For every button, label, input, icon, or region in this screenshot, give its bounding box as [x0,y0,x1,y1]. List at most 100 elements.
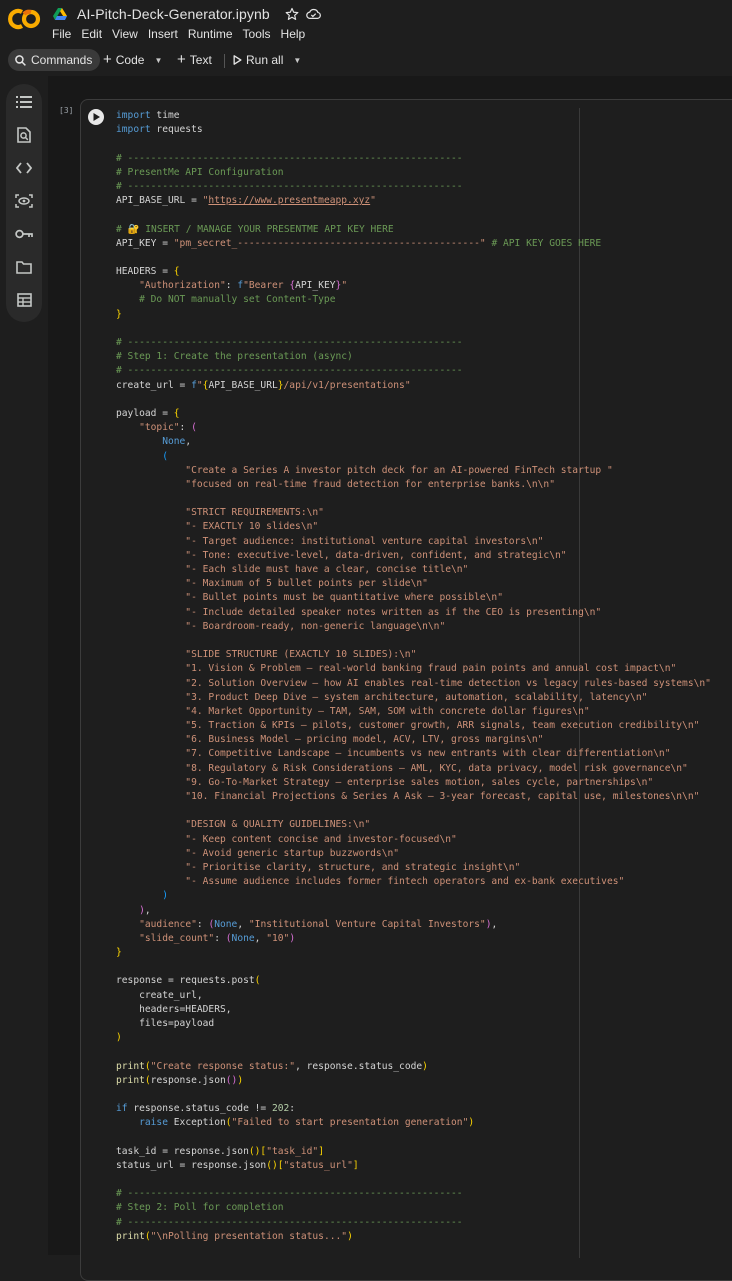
code-line[interactable]: # Do NOT manually set Content-Type [116,293,728,307]
star-icon[interactable] [284,6,300,22]
code-line[interactable]: # --------------------------------------… [116,1187,728,1201]
code-line[interactable]: ) [116,889,728,903]
code-line[interactable]: "10. Financial Projections & Series A As… [116,790,728,804]
code-line[interactable]: "7. Competitive Landscape – incumbents v… [116,747,728,761]
menu-edit[interactable]: Edit [81,27,102,41]
add-code-cell-button[interactable]: + Code ▼ [103,49,162,71]
code-line[interactable] [116,1088,728,1102]
add-text-cell-button[interactable]: + Text [177,49,212,71]
code-line[interactable] [116,804,728,818]
code-line[interactable]: # --------------------------------------… [116,152,728,166]
code-line[interactable]: ), [116,904,728,918]
code-line[interactable]: API_KEY = "pm_secret_-------------------… [116,237,728,251]
code-line[interactable]: "- Each slide must have a clear, concise… [116,563,728,577]
code-line[interactable]: files=payload [116,1017,728,1031]
code-line[interactable]: "4. Market Opportunity – TAM, SAM, SOM w… [116,705,728,719]
table-of-contents-icon[interactable] [15,93,33,111]
code-line[interactable]: # Step 2: Poll for completion [116,1201,728,1215]
code-line[interactable] [116,634,728,648]
code-line[interactable]: create_url, [116,989,728,1003]
code-line[interactable]: raise Exception("Failed to start present… [116,1116,728,1130]
code-line[interactable]: "1. Vision & Problem – real-world bankin… [116,662,728,676]
code-line[interactable]: # PresentMe API Configuration [116,166,728,180]
secrets-key-icon[interactable] [15,225,33,243]
code-line[interactable]: HEADERS = { [116,265,728,279]
menu-view[interactable]: View [112,27,138,41]
code-line[interactable] [116,492,728,506]
chevron-down-icon[interactable]: ▼ [293,56,301,65]
code-line[interactable]: # 🔐 INSERT / MANAGE YOUR PRESENTME API K… [116,223,728,237]
code-line[interactable]: ) [116,1031,728,1045]
notebook-title[interactable]: AI-Pitch-Deck-Generator.ipynb [77,6,270,22]
code-line[interactable]: "topic": ( [116,421,728,435]
code-line[interactable]: if response.status_code != 202: [116,1102,728,1116]
code-line[interactable] [116,1131,728,1145]
menu-file[interactable]: File [52,27,71,41]
code-line[interactable]: headers=HEADERS, [116,1003,728,1017]
code-line[interactable]: "audience": (None, "Institutional Ventur… [116,918,728,932]
code-line[interactable]: "- Avoid generic startup buzzwords\n" [116,847,728,861]
code-line[interactable]: } [116,946,728,960]
code-line[interactable]: "6. Business Model – pricing model, ACV,… [116,733,728,747]
code-line[interactable]: "Authorization": f"Bearer {API_KEY}" [116,279,728,293]
code-line[interactable]: "- Bullet points must be quantitative wh… [116,591,728,605]
code-line[interactable]: "- Assume audience includes former finte… [116,875,728,889]
code-line[interactable]: print(response.json()) [116,1074,728,1088]
data-table-icon[interactable] [15,291,33,309]
code-editor[interactable]: import time import requests # ------------… [116,109,728,1244]
code-line[interactable]: # --------------------------------------… [116,1216,728,1230]
code-line[interactable]: "Create a Series A investor pitch deck f… [116,464,728,478]
code-line[interactable]: "SLIDE STRUCTURE (EXACTLY 10 SLIDES):\n" [116,648,728,662]
code-line[interactable]: # --------------------------------------… [116,364,728,378]
code-line[interactable]: print("\nPolling presentation status..."… [116,1230,728,1244]
code-line[interactable]: import time [116,109,728,123]
commands-button[interactable]: Commands [8,49,101,71]
cloud-saved-icon[interactable] [306,6,322,22]
code-line[interactable]: "slide_count": (None, "10") [116,932,728,946]
code-line[interactable] [116,960,728,974]
code-line[interactable] [116,251,728,265]
run-cell-button[interactable] [88,109,104,125]
code-line[interactable] [116,393,728,407]
code-snippets-icon[interactable] [15,159,33,177]
code-line[interactable]: "5. Traction & KPIs – pilots, customer g… [116,719,728,733]
code-line[interactable]: "- Tone: executive-level, data-driven, c… [116,549,728,563]
code-line[interactable]: response = requests.post( [116,974,728,988]
code-line[interactable]: "- Maximum of 5 bullet points per slide\… [116,577,728,591]
menu-insert[interactable]: Insert [148,27,178,41]
code-line[interactable]: # Step 1: Create the presentation (async… [116,350,728,364]
code-line[interactable] [116,137,728,151]
code-line[interactable]: "- Keep content concise and investor-foc… [116,833,728,847]
code-line[interactable] [116,1173,728,1187]
variables-icon[interactable] [15,192,33,210]
code-line[interactable]: "STRICT REQUIREMENTS:\n" [116,506,728,520]
chevron-down-icon[interactable]: ▼ [154,56,162,65]
code-line[interactable]: # --------------------------------------… [116,336,728,350]
code-line[interactable]: "DESIGN & QUALITY GUIDELINES:\n" [116,818,728,832]
colab-logo-icon[interactable] [8,7,42,31]
files-folder-icon[interactable] [15,258,33,276]
code-line[interactable] [116,208,728,222]
code-line[interactable]: "- Prioritise clarity, structure, and st… [116,861,728,875]
run-all-button[interactable]: Run all ▼ [233,49,301,71]
menu-runtime[interactable]: Runtime [188,27,233,41]
code-line[interactable]: API_BASE_URL = "https://www.presentmeapp… [116,194,728,208]
code-line[interactable]: "- Boardroom-ready, non-generic language… [116,620,728,634]
code-line[interactable]: print("Create response status:", respons… [116,1060,728,1074]
code-line[interactable]: } [116,308,728,322]
find-icon[interactable] [15,126,33,144]
code-line[interactable]: task_id = response.json()["task_id"] [116,1145,728,1159]
code-line[interactable]: status_url = response.json()["status_url… [116,1159,728,1173]
menu-help[interactable]: Help [281,27,306,41]
code-line[interactable]: "focused on real-time fraud detection fo… [116,478,728,492]
code-line[interactable]: "- EXACTLY 10 slides\n" [116,520,728,534]
code-line[interactable] [116,322,728,336]
code-line[interactable]: create_url = f"{API_BASE_URL}/api/v1/pre… [116,379,728,393]
code-line[interactable]: "- Target audience: institutional ventur… [116,535,728,549]
code-line[interactable]: payload = { [116,407,728,421]
code-line[interactable]: "3. Product Deep Dive – system architect… [116,691,728,705]
code-line[interactable]: # --------------------------------------… [116,180,728,194]
code-line[interactable]: "- Include detailed speaker notes writte… [116,606,728,620]
code-line[interactable] [116,1045,728,1059]
code-line[interactable]: "2. Solution Overview – how AI enables r… [116,677,728,691]
